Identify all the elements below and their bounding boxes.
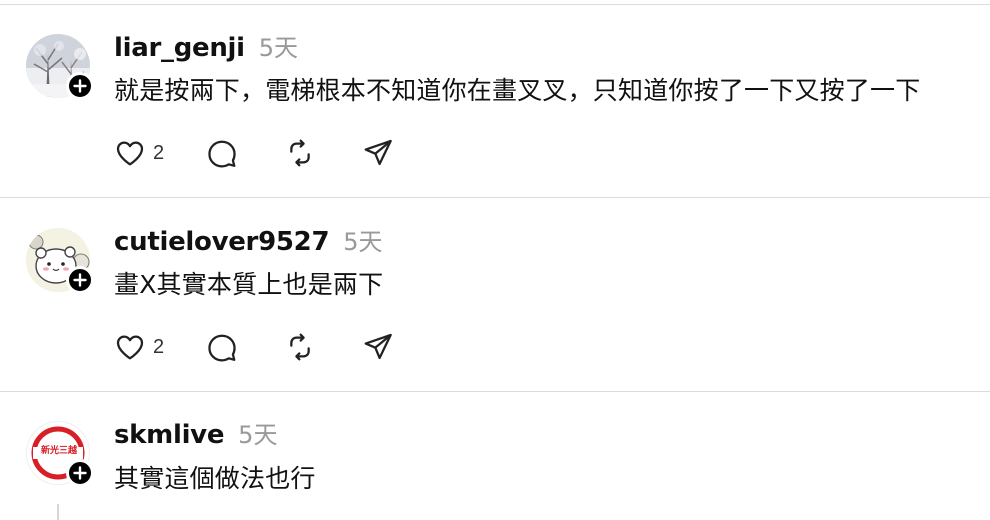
- timestamp: 5天: [343, 228, 383, 256]
- share-button[interactable]: [362, 137, 394, 169]
- timestamp: 5天: [258, 34, 299, 62]
- like-button[interactable]: 2: [114, 137, 164, 169]
- send-icon: [364, 333, 392, 360]
- thread-connector-line: [57, 504, 59, 520]
- like-count: 2: [153, 335, 165, 358]
- username[interactable]: skmlive: [114, 420, 224, 450]
- username[interactable]: cutielover9527: [114, 227, 330, 257]
- top-divider: [0, 4, 990, 5]
- post-divider: [0, 197, 990, 198]
- share-button[interactable]: [362, 331, 394, 363]
- action-bar: 2: [114, 330, 394, 364]
- post-text: 就是按兩下，電梯根本不知道你在畫叉叉，只知道你按了一下又按了一下: [114, 76, 921, 105]
- action-bar: 2: [114, 136, 394, 170]
- follow-button[interactable]: [66, 266, 94, 294]
- like-count: 2: [153, 141, 165, 164]
- avatar-container: [26, 228, 94, 294]
- plus-icon: [73, 273, 87, 287]
- heart-icon: [116, 141, 144, 166]
- avatar-container: 新光三越: [26, 421, 94, 487]
- repost-icon: [290, 333, 310, 361]
- repost-button[interactable]: [284, 137, 316, 169]
- comment-bubble-icon: [208, 334, 236, 362]
- follow-button[interactable]: [66, 72, 94, 100]
- follow-button[interactable]: [66, 459, 94, 487]
- comment-bubble-icon: [208, 140, 236, 168]
- timestamp: 5天: [238, 421, 278, 449]
- send-icon: [364, 139, 392, 166]
- repost-icon: [290, 139, 310, 167]
- username[interactable]: liar_genji: [114, 33, 245, 63]
- repost-button[interactable]: [284, 331, 316, 363]
- post-divider: [0, 391, 990, 392]
- avatar-container: [26, 34, 94, 100]
- post-header: skmlive 5天: [114, 415, 277, 450]
- plus-icon: [73, 79, 87, 93]
- post-header: cutielover9527 5天: [114, 222, 383, 257]
- post-text: 畫X其實本質上也是兩下: [114, 270, 384, 299]
- like-button[interactable]: 2: [114, 331, 164, 363]
- post-text: 其實這個做法也行: [114, 464, 316, 493]
- skm-logo-text: 新光三越: [40, 446, 77, 456]
- heart-icon: [116, 335, 144, 360]
- reply-button[interactable]: [206, 137, 238, 169]
- thread-replies-feed: liar_genji 5天 就是按兩下，電梯根本不知道你在畫叉叉，只知道你按了一…: [0, 0, 990, 520]
- plus-icon: [73, 466, 87, 480]
- reply-button[interactable]: [206, 331, 238, 363]
- post-header: liar_genji 5天: [114, 28, 298, 63]
